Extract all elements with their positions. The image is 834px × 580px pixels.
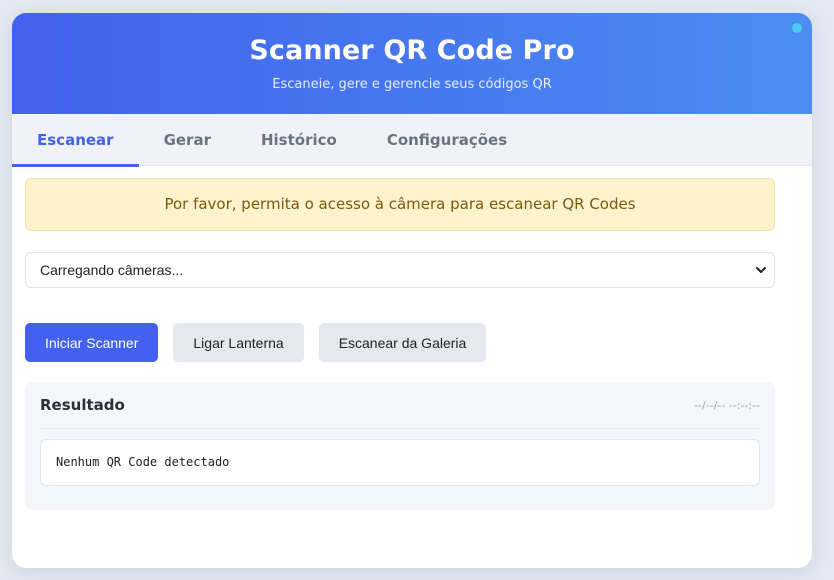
tab-gerar[interactable]: Gerar [139,114,236,166]
tab-bar: Escanear Gerar Histórico Configurações [12,114,812,167]
scan-panel: Por favor, permita o acesso à câmera par… [25,178,775,510]
flashlight-button[interactable]: Ligar Lanterna [173,323,304,362]
chevron-down-icon [756,267,766,273]
app-header: Scanner QR Code Pro Escaneie, gere e ger… [12,13,812,114]
action-buttons: Iniciar Scanner Ligar Lanterna Escanear … [25,323,775,362]
result-title: Resultado [40,396,125,414]
camera-select[interactable]: Carregando câmeras... [25,252,775,288]
app-subtitle: Escaneie, gere e gerencie seus códigos Q… [272,77,552,92]
result-content: Nenhum QR Code detectado [40,439,760,486]
camera-select-value: Carregando câmeras... [40,262,184,278]
start-scanner-button[interactable]: Iniciar Scanner [25,323,159,362]
tab-configuracoes[interactable]: Configurações [362,114,532,166]
tab-historico[interactable]: Histórico [236,114,362,166]
result-header: Resultado --/--/-- --:--:-- [40,382,760,429]
camera-permission-alert: Por favor, permita o acesso à câmera par… [25,178,775,231]
result-panel: Resultado --/--/-- --:--:-- Nenhum QR Co… [25,382,775,510]
result-timestamp: --/--/-- --:--:-- [694,398,760,412]
status-dot-icon [792,23,802,33]
scan-gallery-button[interactable]: Escanear da Galeria [318,323,487,362]
app-title: Scanner QR Code Pro [249,35,575,66]
tab-escanear[interactable]: Escanear [12,114,139,167]
